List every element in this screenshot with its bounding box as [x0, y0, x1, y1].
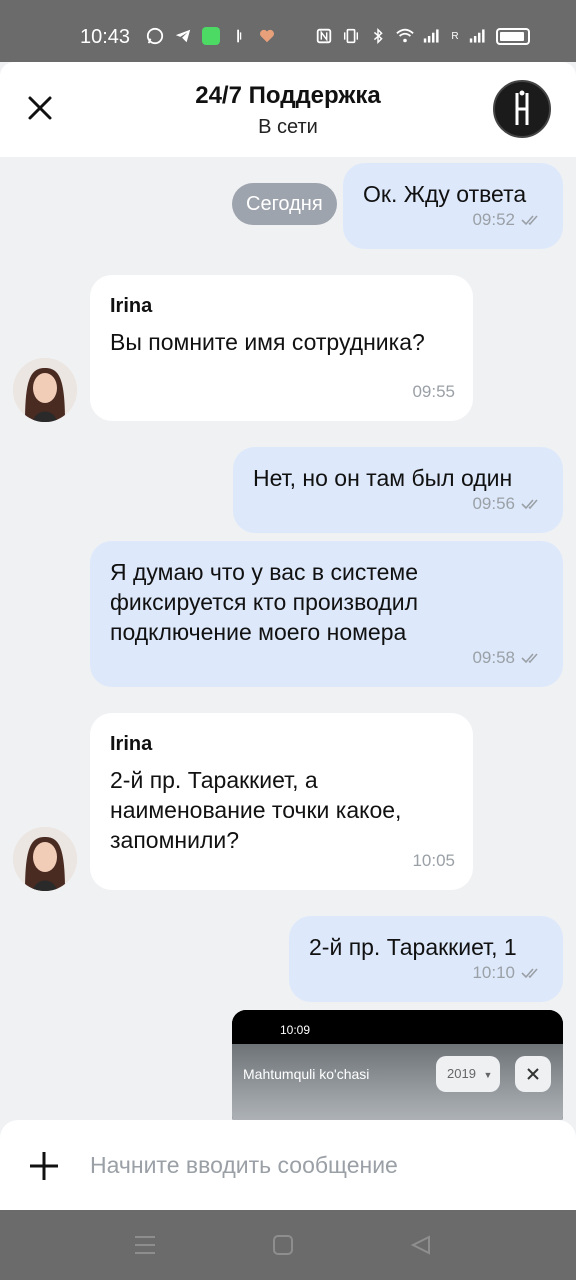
message-meta: 09:52	[472, 205, 543, 235]
signal-icon	[230, 27, 248, 45]
nfc-icon	[315, 27, 333, 45]
double-check-icon	[521, 653, 538, 664]
message-time: 09:52	[472, 210, 515, 229]
chat-header: 24/7 Поддержка В сети	[0, 62, 576, 157]
message-list[interactable]: Сегодня Ок. Жду ответа 09:52 Irina Вы по…	[0, 157, 576, 1120]
chat-title: 24/7 Поддержка	[195, 82, 381, 109]
preview-year-value: 2019	[447, 1066, 476, 1081]
signal-bars-icon-2	[469, 27, 487, 45]
home-square-icon	[273, 1235, 293, 1255]
chevron-down-icon: ▼	[483, 1070, 493, 1080]
double-check-icon	[521, 215, 538, 226]
bluetooth-icon	[369, 27, 387, 45]
whatsapp-icon	[146, 27, 164, 45]
attach-button[interactable]	[24, 1146, 64, 1186]
telegram-icon	[174, 27, 192, 45]
home-nav-button[interactable]	[270, 1232, 296, 1258]
message-meta: 09:55	[412, 377, 455, 407]
double-check-icon	[521, 499, 538, 510]
back-triangle-icon	[410, 1235, 430, 1255]
sender-name: Irina	[110, 295, 153, 317]
message-outgoing[interactable]: Я думаю что у вас в системе фиксируется …	[90, 541, 563, 687]
avatar[interactable]	[13, 827, 77, 891]
message-input[interactable]	[90, 1142, 550, 1188]
message-outgoing[interactable]: Нет, но он там был один 09:56	[233, 447, 563, 533]
status-right-icons: R	[315, 27, 530, 45]
preview-status-bar: 10:09	[232, 1010, 563, 1044]
online-status: В сети	[258, 116, 318, 138]
preview-time: 10:09	[280, 1023, 311, 1037]
message-text: 2-й пр. Тараккиет, а наименование точки …	[110, 767, 402, 853]
menu-nav-button[interactable]	[132, 1232, 158, 1258]
vibrate-icon	[342, 27, 360, 45]
menu-icon	[135, 1236, 155, 1254]
brand-logo-icon[interactable]	[493, 80, 551, 138]
status-bar: 10:43 R	[0, 0, 576, 62]
spotify-icon	[202, 27, 220, 45]
battery-icon	[496, 27, 530, 45]
navigation-bar	[0, 1210, 576, 1280]
preview-body: Mahtumquli ko'chasi 2019 ▼	[232, 1044, 563, 1120]
preview-close	[515, 1056, 551, 1092]
roaming-label: R	[451, 30, 459, 42]
plus-icon	[30, 1152, 58, 1180]
close-icon	[527, 1068, 539, 1080]
message-incoming[interactable]: Irina Вы помните имя сотрудника? 09:55	[90, 275, 473, 421]
message-time: 10:10	[472, 963, 515, 982]
double-check-icon	[521, 968, 538, 979]
message-time: 09:55	[412, 382, 455, 401]
message-meta: 10:10	[472, 958, 543, 988]
back-nav-button[interactable]	[408, 1232, 434, 1258]
message-meta: 09:58	[472, 643, 543, 673]
preview-title: Mahtumquli ko'chasi	[243, 1066, 370, 1082]
message-outgoing[interactable]: 2-й пр. Тараккиет, 1 10:10	[289, 916, 563, 1002]
message-incoming[interactable]: Irina 2-й пр. Тараккиет, а наименование …	[90, 713, 473, 890]
message-time: 09:58	[472, 648, 515, 667]
message-outgoing[interactable]: Ок. Жду ответа 09:52	[343, 163, 563, 249]
status-left-icons	[146, 27, 276, 45]
message-meta: 10:05	[412, 846, 455, 876]
message-time: 09:56	[472, 494, 515, 513]
sender-name: Irina	[110, 733, 153, 755]
message-text: Я думаю что у вас в системе фиксируется …	[110, 559, 419, 645]
message-meta: 09:56	[472, 489, 543, 519]
avatar[interactable]	[13, 358, 77, 422]
date-chip: Сегодня	[232, 183, 337, 225]
signal-bars-icon	[423, 27, 441, 45]
wifi-icon	[396, 27, 414, 45]
heart-icon	[258, 27, 276, 45]
message-time: 10:05	[412, 851, 455, 870]
image-attachment[interactable]: 10:09 Mahtumquli ko'chasi 2019 ▼	[232, 1010, 563, 1120]
preview-year: 2019 ▼	[436, 1056, 500, 1092]
status-time: 10:43	[80, 26, 131, 48]
message-text: Вы помните имя сотрудника?	[110, 329, 425, 355]
message-composer	[0, 1120, 576, 1210]
